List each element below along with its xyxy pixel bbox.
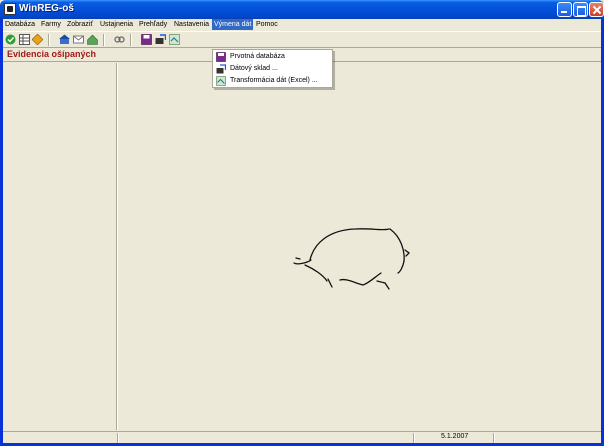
menu-vymena-dat[interactable]: Výmena dát xyxy=(212,19,254,30)
toolbar-separator xyxy=(130,34,132,46)
export-icon[interactable] xyxy=(155,34,166,45)
table-icon[interactable] xyxy=(19,34,30,45)
client-area: Databáza Farmy Zobraziť Ustajnenia Prehľ… xyxy=(3,19,601,443)
database-icon xyxy=(216,52,226,62)
minimize-button[interactable] xyxy=(557,2,572,17)
main-area xyxy=(119,63,601,430)
farm-icon[interactable] xyxy=(59,34,70,45)
status-bar: 5.1.2007 xyxy=(3,431,601,443)
menu-zobrazit[interactable]: Zobraziť xyxy=(65,19,95,30)
toolbar xyxy=(3,31,601,48)
dropdown-item-label: Prvotná databáza xyxy=(230,53,285,60)
menu-farmy[interactable]: Farmy xyxy=(39,19,63,30)
title-bar[interactable]: WinREG-oš xyxy=(0,0,604,19)
mail-icon[interactable] xyxy=(73,34,84,45)
menu-pomoc[interactable]: Pomoc xyxy=(254,19,280,30)
menu-prehlady[interactable]: Prehľady xyxy=(137,19,169,30)
arrows-icon[interactable] xyxy=(32,34,43,45)
import-icon[interactable] xyxy=(169,34,180,45)
menu-databaza[interactable]: Databáza xyxy=(3,19,37,30)
menu-ustajnenia[interactable]: Ustajnenia xyxy=(98,19,135,30)
close-button[interactable] xyxy=(589,2,604,17)
excel-transform-icon xyxy=(216,76,226,86)
vymena-dat-dropdown: Prvotná databáza Dátový sklad ... Transf… xyxy=(212,49,333,88)
building-icon[interactable] xyxy=(87,34,98,45)
application-window: WinREG-oš Databáza Farmy Zobraziť Ustajn… xyxy=(0,0,604,446)
maximize-button[interactable] xyxy=(573,2,588,17)
pig-drawing xyxy=(293,228,410,290)
data-warehouse-icon xyxy=(216,64,226,74)
panel-title: Evidencia ošípaných xyxy=(7,49,97,59)
window-title: WinREG-oš xyxy=(19,3,74,14)
dropdown-item-label: Transformácia dát (Excel) ... xyxy=(230,77,318,84)
status-segment xyxy=(493,433,495,443)
confirm-icon[interactable] xyxy=(5,34,16,45)
left-pane[interactable] xyxy=(3,63,117,430)
dropdown-item-datovy-sklad[interactable]: Dátový sklad ... xyxy=(214,63,332,75)
menu-nastavenia[interactable]: Nastavenia xyxy=(172,19,211,30)
link-icon[interactable] xyxy=(114,34,125,45)
menu-bar: Databáza Farmy Zobraziť Ustajnenia Prehľ… xyxy=(3,19,601,30)
toolbar-separator xyxy=(103,34,105,46)
status-segment xyxy=(117,433,119,443)
status-date: 5.1.2007 xyxy=(441,433,469,440)
dropdown-item-transformacia-dat[interactable]: Transformácia dát (Excel) ... xyxy=(214,75,332,87)
status-segment xyxy=(413,433,415,443)
app-icon[interactable] xyxy=(4,3,16,15)
dropdown-item-prvotna-databaza[interactable]: Prvotná databáza xyxy=(214,51,332,63)
save-icon[interactable] xyxy=(141,34,152,45)
toolbar-separator xyxy=(48,34,50,46)
dropdown-item-label: Dátový sklad ... xyxy=(230,65,278,72)
